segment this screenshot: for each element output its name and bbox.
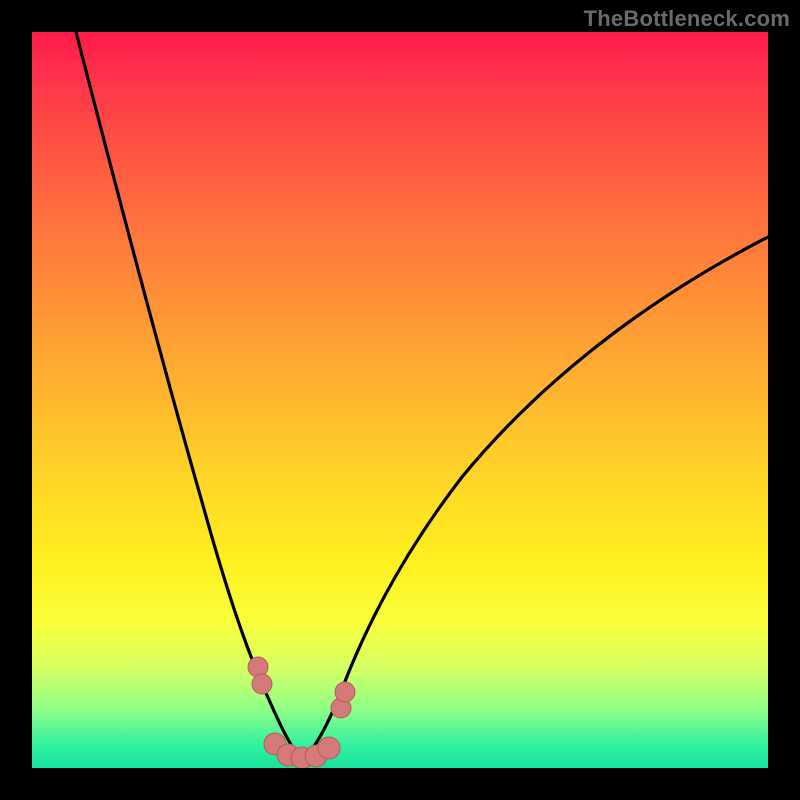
marker-dot: [335, 682, 355, 702]
marker-dot: [252, 674, 272, 694]
bottleneck-curve: [32, 32, 768, 768]
sample-markers: [248, 657, 355, 768]
curve-right-branch: [302, 237, 768, 760]
curve-left-branch: [76, 32, 302, 760]
chart-plot-area: [32, 32, 768, 768]
chart-frame: TheBottleneck.com: [0, 0, 800, 800]
marker-dot: [318, 737, 340, 759]
watermark-text: TheBottleneck.com: [584, 6, 790, 32]
